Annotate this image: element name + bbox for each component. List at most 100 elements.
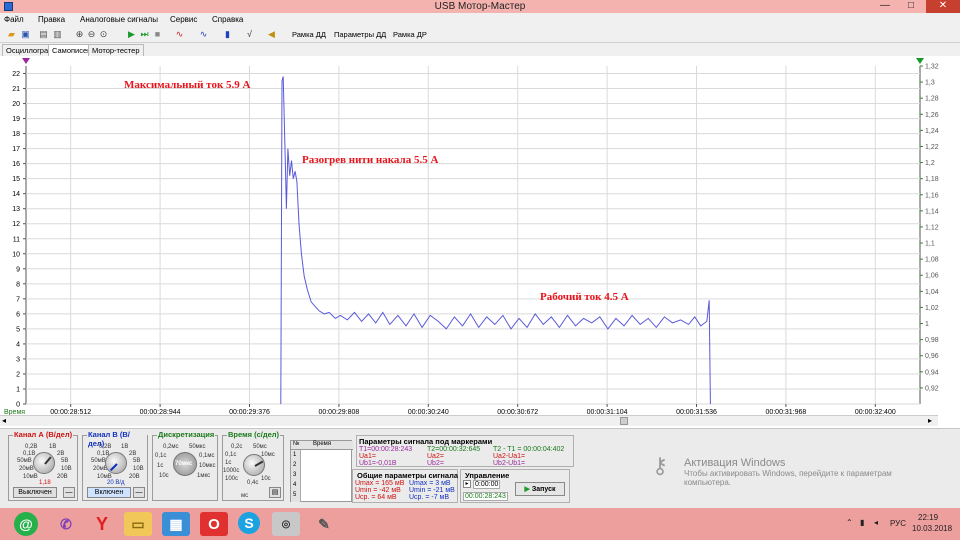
signal-b-icon[interactable]: ∿ <box>198 29 209 40</box>
toolbar: ▰ ▣ ▤ ▥ ⊕ ⊖ ⊙ ▶ ⏭ ■ ∿ ∿ ▮ √ ◀ Рамка ДД П… <box>0 27 960 43</box>
right-tick-label: 1,24 <box>925 128 939 135</box>
channel-b-invert-button[interactable]: — <box>133 487 145 498</box>
general-a-uavg: Uср. = 64 мВ <box>355 494 397 501</box>
right-tick-label: 1,04 <box>925 289 939 296</box>
sound-icon[interactable]: ◀ <box>266 29 277 40</box>
chart-svg[interactable]: 0123456789101112131415161718192021220,92… <box>0 56 960 416</box>
general-a-umin: Umin = -42 мВ <box>355 487 401 494</box>
left-tick-label: 14 <box>12 191 20 198</box>
right-tick-label: 1 <box>925 321 929 328</box>
tray-chevron-icon[interactable]: ⌃ <box>846 518 853 527</box>
close-button[interactable]: ✕ <box>926 0 960 13</box>
run-button[interactable]: ▶ Запуск <box>515 482 565 496</box>
maximize-button[interactable]: □ <box>898 0 924 13</box>
channel-b-knob[interactable] <box>105 452 127 474</box>
paint-icon[interactable]: ✎ <box>310 512 338 536</box>
channel-b-value: 20 В/д <box>107 480 125 486</box>
whatsapp-icon[interactable]: @ <box>14 512 38 536</box>
channel-a-invert-button[interactable]: — <box>63 487 75 498</box>
left-tick-label: 20 <box>12 101 20 108</box>
channel-a-toggle-button[interactable]: Выключен <box>13 487 57 498</box>
time-div-unit: мс <box>241 493 249 499</box>
control-panel-icon[interactable]: ▦ <box>162 512 190 536</box>
scroll-left-icon[interactable]: ◂ <box>2 416 6 425</box>
channel-a-title: Канал А (В/дел) <box>13 430 74 439</box>
current-series-line <box>280 76 711 405</box>
table-header-time: Время <box>313 441 332 447</box>
sampling-title: Дискретизация <box>157 430 216 439</box>
marker-t1-icon <box>22 58 30 64</box>
stop-icon[interactable]: ■ <box>152 29 163 40</box>
minimize-button[interactable]: — <box>872 0 898 13</box>
time-div-scale-label: 1000с <box>223 468 240 474</box>
tray-date[interactable]: 10.03.2018 <box>912 524 952 533</box>
left-tick-label: 2 <box>16 371 20 378</box>
marker-params-group: Параметры сигнала под маркерами T1=00:00… <box>356 435 574 467</box>
sampling-scale-label: 10с <box>159 473 169 479</box>
zoom-in-icon[interactable]: ⊕ <box>74 29 85 40</box>
viber-icon[interactable]: ✆ <box>52 512 80 536</box>
control-time-field[interactable]: 00:00:28:243 <box>463 492 508 501</box>
preview-icon[interactable]: ▥ <box>52 29 63 40</box>
sampling-scale-label: 0,2мс <box>163 444 179 450</box>
horizontal-scrollbar[interactable]: ◂ ▸ <box>0 415 938 426</box>
time-div-scale-label: 10мс <box>261 452 275 458</box>
file-explorer-icon[interactable]: ▭ <box>124 512 152 536</box>
channel-a-knob[interactable] <box>33 452 55 474</box>
tab-motor-tester[interactable]: Мотор-тестер <box>88 44 144 56</box>
play-small-icon[interactable]: ▸ <box>463 480 471 488</box>
zoom-fit-icon[interactable]: ⊙ <box>98 29 109 40</box>
tray-volume-icon[interactable]: ◂ <box>874 518 878 527</box>
control-group: Управление ▸ 0:00:00 00:00:28:243 ▶ Запу… <box>460 469 570 503</box>
right-tick-label: 1,22 <box>925 144 939 151</box>
left-tick-label: 21 <box>12 86 20 93</box>
marker-params-title: Параметры сигнала под маркерами <box>359 437 493 446</box>
channel-b-toggle-button[interactable]: Включен <box>87 487 131 498</box>
channel-a-scale-label: 0,2В <box>25 444 38 450</box>
open-icon[interactable]: ▰ <box>6 29 17 40</box>
opera-icon[interactable]: O <box>200 512 228 536</box>
params-dd-button[interactable]: Параметры ДД <box>334 30 386 39</box>
right-tick-label: 0,96 <box>925 353 939 360</box>
channel-a-value: 1,18 <box>39 480 51 486</box>
usb-motor-master-icon[interactable]: ◎ <box>272 512 300 536</box>
menu-service[interactable]: Сервис <box>170 15 197 24</box>
signal-a-icon[interactable]: ∿ <box>174 29 185 40</box>
recorder-graph[interactable]: 0 1 2 3 4 5 6 7 8 9 10 11 12 13 14 15 16 17 18 19 20 21 22 0,92… <box>0 56 960 428</box>
tray-time[interactable]: 22:19 <box>918 513 938 522</box>
skype-icon[interactable]: S <box>238 512 260 534</box>
general-b-umax: Umax = 3 мВ <box>409 480 451 487</box>
menu-help[interactable]: Справка <box>212 15 243 24</box>
frame-dd-button[interactable]: Рамка ДД <box>292 30 326 39</box>
time-div-knob[interactable] <box>243 454 265 476</box>
tray-network-icon[interactable]: ▮ <box>860 518 864 527</box>
yandex-browser-icon[interactable]: Y <box>88 512 116 536</box>
control-start-field[interactable]: 0:00:00 <box>473 480 501 489</box>
frame-dr-button[interactable]: Рамка ДР <box>393 30 427 39</box>
meter-icon[interactable]: ▮ <box>222 29 233 40</box>
zoom-out-icon[interactable]: ⊖ <box>86 29 97 40</box>
table-row: 3 <box>293 472 297 478</box>
sampling-scale-label: 50мкс <box>189 444 206 450</box>
menu-file[interactable]: Файл <box>4 15 24 24</box>
scroll-thumb[interactable] <box>620 417 628 425</box>
tray-language[interactable]: РУС <box>890 519 906 528</box>
play-icon[interactable]: ▶ <box>126 29 137 40</box>
menu-edit[interactable]: Правка <box>38 15 65 24</box>
scroll-right-icon[interactable]: ▸ <box>928 416 932 425</box>
key-icon: ⚷ <box>652 453 669 478</box>
play-step-icon[interactable]: ⏭ <box>139 29 150 40</box>
print-small-icon[interactable]: ▤ <box>269 487 281 498</box>
channel-b-scale-label: 5В <box>133 458 141 464</box>
right-tick-label: 1,06 <box>925 273 939 280</box>
print-icon[interactable]: ▤ <box>38 29 49 40</box>
time-div-scale-label: 0,4с <box>247 480 259 486</box>
left-tick-label: 5 <box>16 326 20 333</box>
activation-text-2: компьютера. <box>684 478 732 487</box>
markers-table[interactable]: № Время 1 2 3 4 5 <box>290 440 353 502</box>
marker-ub1: Ub1=-0,01В <box>359 460 397 467</box>
math-icon[interactable]: √ <box>244 29 255 40</box>
save-icon[interactable]: ▣ <box>20 29 31 40</box>
general-a-umax: Umax = 165 мВ <box>355 480 405 487</box>
menu-analog-signals[interactable]: Аналоговые сигналы <box>80 15 158 24</box>
